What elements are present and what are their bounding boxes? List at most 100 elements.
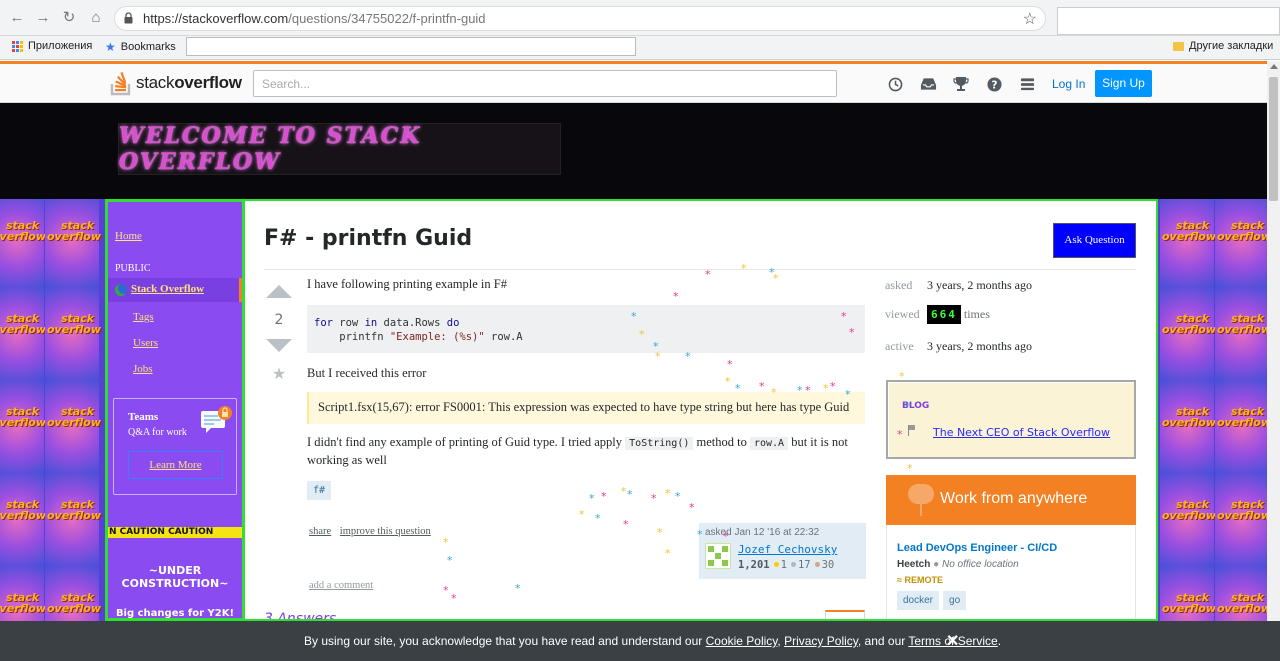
user-reputation: 1,201 1 17 30	[738, 559, 835, 571]
error-blockquote: Script1.fsx(15,67): error FS0001: This e…	[307, 392, 865, 424]
stackoverflow-logo[interactable]: stackoverflow	[110, 70, 242, 96]
apps-icon	[12, 40, 23, 52]
sparkle-icon: *	[741, 262, 747, 275]
bookmark-star-icon[interactable]: ☆	[1023, 9, 1037, 29]
sparkle-icon: *	[897, 428, 903, 441]
flag-icon	[908, 425, 916, 436]
sidebar-item-home[interactable]: Home	[115, 230, 142, 242]
extension-field[interactable]	[1057, 7, 1280, 35]
sparkle-icon: *	[443, 584, 449, 597]
avatar[interactable]	[705, 543, 731, 569]
tile-label: stackoverflow	[47, 498, 101, 522]
home-icon[interactable]: ⌂	[87, 9, 105, 27]
right-background-tiles: stack overflow stack overflow stack overflow s…	[1158, 199, 1267, 621]
jobs-banner[interactable]: Work from anywhere	[886, 475, 1136, 525]
teams-subtitle: Q&A for work	[128, 427, 187, 438]
site-header: stackoverflow Search... ? Log In Sign Up	[0, 64, 1267, 103]
other-bookmarks[interactable]: Другие закладки	[1173, 40, 1273, 52]
stackoverflow-tile: stackoverflow	[45, 199, 101, 287]
tile-label: stackoverflow	[1162, 498, 1216, 522]
tag-fsharp[interactable]: f#	[307, 481, 332, 500]
stackoverflow-tile: stackoverflow	[1160, 380, 1216, 473]
job-listing[interactable]: Lead DevOps Engineer - CI/CD Heetch ● No…	[886, 525, 1136, 619]
achievements-icon[interactable]	[952, 75, 970, 93]
bookmark-apps[interactable]: Приложения	[12, 40, 92, 52]
cookie-policy-link[interactable]: Cookie Policy	[706, 634, 778, 648]
stackoverflow-tile: stackoverflow	[1215, 380, 1267, 473]
sparkle-icon: *	[601, 490, 607, 503]
forward-arrow-icon[interactable]: →	[34, 9, 52, 27]
back-arrow-icon[interactable]: ←	[8, 9, 26, 27]
welcome-text: WELCOME TO STACK OVERFLOW	[119, 123, 422, 175]
sidebar-item-tags[interactable]: Tags	[133, 311, 154, 323]
sparkle-icon: *	[841, 310, 847, 323]
sparkle-icon: *	[723, 530, 729, 543]
logo-text: stackoverflow	[136, 73, 242, 92]
sparkle-icon: *	[639, 328, 645, 341]
left-sidebar: Home PUBLIC Stack Overflow Tags Users Jo…	[105, 199, 245, 621]
tile-label: stackoverflow	[1217, 498, 1267, 522]
post-paragraph: I didn't find any example of printing of…	[307, 435, 848, 467]
scroll-up-arrow-icon[interactable]	[1270, 64, 1278, 69]
blog-post-link[interactable]: The Next CEO of Stack Overflow	[933, 426, 1110, 439]
tile-label: stackoverflow	[47, 405, 101, 429]
job-title-link[interactable]: Lead DevOps Engineer - CI/CD	[897, 542, 1057, 554]
reload-icon[interactable]: ↻	[60, 9, 78, 27]
sparkle-icon: *	[735, 382, 741, 395]
sidebar-item-users[interactable]: Users	[133, 337, 158, 349]
stackoverflow-tile: stackoverflow	[1215, 287, 1267, 380]
bookmark-label: Приложения	[28, 40, 93, 52]
add-comment-link[interactable]: add a comment	[309, 580, 373, 591]
privacy-policy-link[interactable]: Privacy Policy	[784, 634, 858, 648]
ask-question-button[interactable]: Ask Question	[1051, 221, 1138, 260]
sidebar-item-label[interactable]: Stack Overflow	[131, 283, 204, 295]
job-tag[interactable]: docker	[897, 591, 940, 610]
question-main: F# - printfn Guid Ask Question 2 ★ I hav…	[245, 199, 1158, 621]
search-input[interactable]: Search...	[253, 70, 837, 97]
address-bar[interactable]: https://stackoverflow.com/questions/3475…	[114, 6, 1046, 31]
bookmark-bookmarks[interactable]: ★ Bookmarks	[105, 40, 176, 54]
inbox-icon[interactable]	[919, 75, 937, 93]
sparkle-icon: *	[627, 488, 633, 501]
bookmark-input[interactable]	[186, 37, 636, 56]
user-name-link[interactable]: Jozef Cechovsky	[738, 543, 837, 556]
history-icon[interactable]	[886, 75, 904, 93]
sparkle-icon: *	[905, 400, 911, 413]
downvote-arrow-icon[interactable]	[266, 339, 292, 352]
favorite-star-icon[interactable]: ★	[265, 364, 293, 384]
learn-more-button[interactable]: Learn More	[128, 451, 223, 479]
job-company: Heetch ● No office location	[897, 559, 1019, 570]
sidebar-item-stackoverflow[interactable]: Stack Overflow	[108, 278, 242, 302]
sparkle-icon: *	[657, 526, 663, 539]
sparkle-icon: *	[579, 508, 585, 521]
sparkle-icon: *	[771, 386, 777, 399]
stackoverflow-tile: stackoverflow	[1160, 199, 1216, 287]
sparkle-icon: *	[451, 592, 457, 605]
help-icon[interactable]: ?	[985, 75, 1003, 93]
answer-sort-tabs[interactable]	[825, 610, 865, 619]
teams-title: Teams	[128, 411, 159, 423]
bookmarks-bar: Приложения ★ Bookmarks Другие закладки	[0, 36, 1280, 60]
stackoverflow-tile: stackoverflow	[0, 473, 46, 566]
stackoverflow-tile: stackoverflow	[45, 566, 101, 621]
stackoverflow-tile: stackoverflow	[1160, 473, 1216, 566]
tile-label: stackoverflow	[1162, 591, 1216, 615]
tile-label: stackoverflow	[0, 591, 46, 615]
header-banner: WELCOME TO STACK OVERFLOW	[0, 103, 1267, 199]
share-link[interactable]: share	[309, 526, 331, 537]
signup-button[interactable]: Sign Up	[1095, 70, 1152, 97]
login-link[interactable]: Log In	[1045, 72, 1092, 96]
scroll-thumb[interactable]	[1269, 77, 1278, 201]
jobs-banner-title: Work from anywhere	[940, 490, 1088, 507]
page-scrollbar[interactable]	[1267, 61, 1280, 621]
job-tag[interactable]: go	[943, 591, 967, 610]
upvote-arrow-icon[interactable]	[266, 285, 292, 298]
question-title[interactable]: F# - printfn Guid	[264, 226, 472, 251]
inline-code: row.A	[749, 437, 789, 450]
close-icon[interactable]: ✕	[946, 631, 959, 651]
cookie-notice: By using our site, you acknowledge that …	[0, 621, 1280, 661]
improve-question-link[interactable]: improve this question	[340, 526, 431, 537]
under-construction-text: ~UNDER CONSTRUCTION~	[121, 564, 229, 590]
sidebar-item-jobs[interactable]: Jobs	[133, 363, 153, 375]
site-switcher-icon[interactable]	[1018, 75, 1036, 93]
